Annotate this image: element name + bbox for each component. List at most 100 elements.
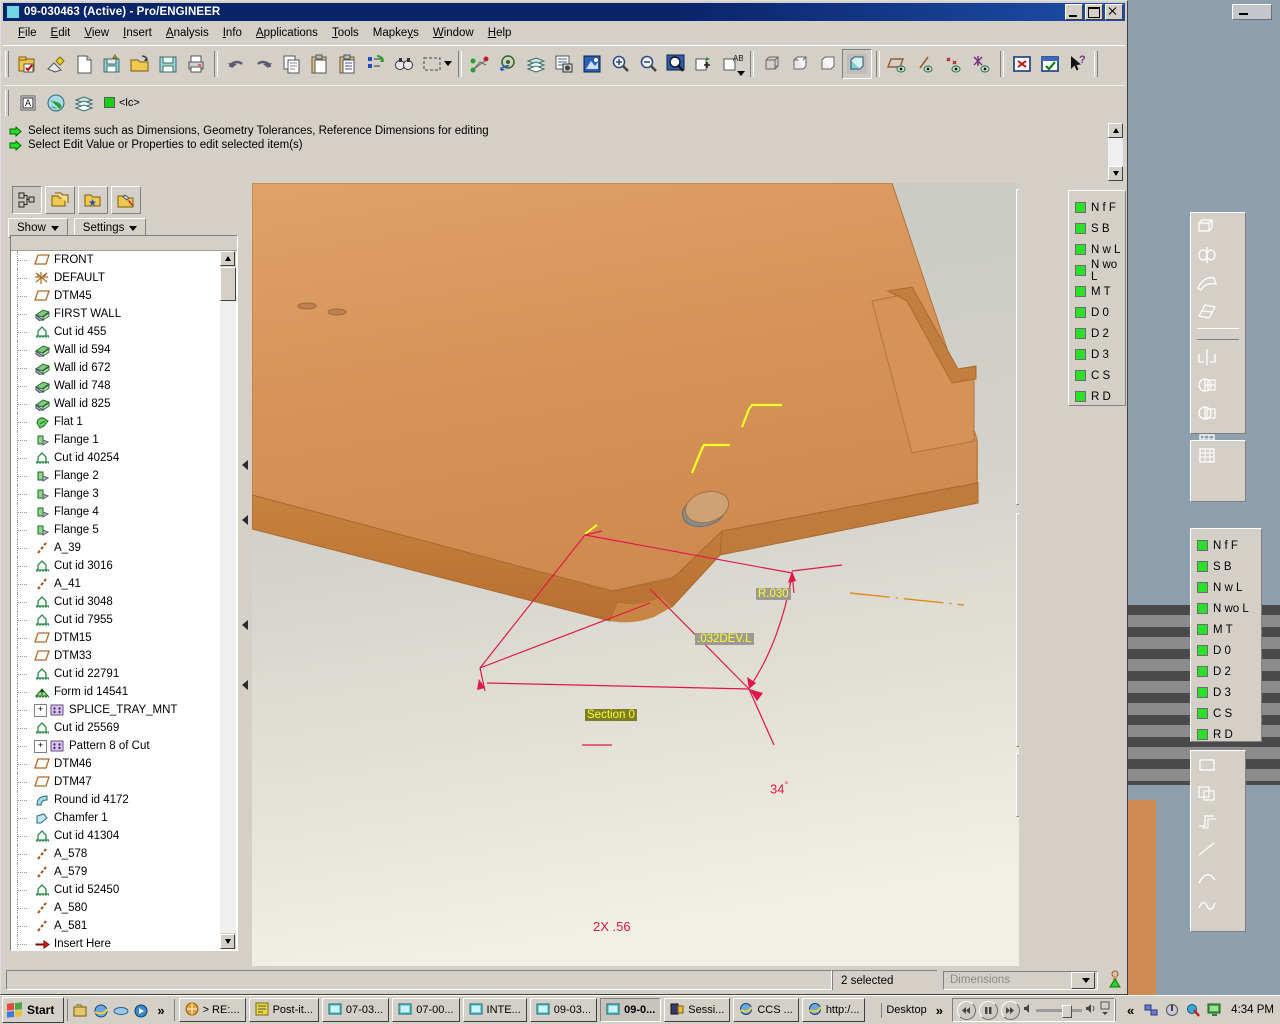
taskbar-task[interactable]: > RE:...	[179, 998, 246, 1022]
network-icon[interactable]	[1143, 1002, 1160, 1019]
folder-browser-tab[interactable]	[45, 186, 75, 214]
annotation-icon[interactable]: A	[14, 89, 42, 117]
show-desktop-icon[interactable]	[72, 1002, 89, 1019]
help-context-icon[interactable]: ?	[1064, 50, 1092, 78]
tree-row[interactable]: A_578	[12, 845, 220, 863]
layer-row[interactable]: R D	[1197, 724, 1261, 745]
layer-row[interactable]: D 2	[1197, 661, 1261, 682]
tree-row[interactable]: FRONT	[12, 251, 220, 269]
menu-applications[interactable]: Applications	[249, 25, 325, 41]
tree-scroll-thumb[interactable]	[220, 267, 236, 301]
tree-row[interactable]: DTM46	[12, 755, 220, 773]
sketch-offset-icon[interactable]	[1191, 807, 1223, 835]
tree-row[interactable]: Flange 4	[12, 503, 220, 521]
taskbar-clock[interactable]: 4:34 PM	[1227, 1004, 1274, 1016]
tree-row[interactable]: DEFAULT	[12, 269, 220, 287]
layer-row[interactable]: D 3	[1075, 344, 1125, 365]
tree-row[interactable]: Flange 5	[12, 521, 220, 539]
splitter-arrow[interactable]	[242, 515, 248, 525]
layer-row[interactable]: N w L	[1075, 239, 1125, 260]
datum-axis-icon[interactable]	[1017, 626, 1019, 654]
annotation-section[interactable]: Section 0	[585, 709, 637, 721]
no-hidden-icon[interactable]	[814, 50, 842, 78]
splitter-arrow[interactable]	[242, 460, 248, 470]
menu-edit[interactable]: Edit	[44, 25, 78, 41]
media-player-icon[interactable]	[132, 1002, 149, 1019]
sweep-icon[interactable]	[1191, 269, 1223, 297]
menu-file[interactable]: File	[11, 25, 44, 41]
copy-icon[interactable]	[278, 50, 306, 78]
layer-visibility-chip[interactable]	[1197, 729, 1208, 740]
punch-icon[interactable]	[1017, 330, 1019, 358]
redo-icon[interactable]	[250, 50, 278, 78]
menu-tools[interactable]: Tools	[325, 25, 366, 41]
layer-row[interactable]: D 0	[1197, 640, 1261, 661]
datum-plane-icon[interactable]	[1017, 598, 1019, 626]
sketch-copy-icon[interactable]	[1191, 779, 1223, 807]
layer-row[interactable]: D 0	[1075, 302, 1125, 323]
repaint-icon[interactable]	[690, 50, 718, 78]
hidden-line-icon[interactable]	[786, 50, 814, 78]
model-tree[interactable]: FRONTDEFAULTDTM45FIRST WALLCut id 455Wal…	[10, 235, 238, 951]
tree-row[interactable]: DTM45	[12, 287, 220, 305]
tree-row[interactable]: A_579	[12, 863, 220, 881]
minimize-button[interactable]	[1065, 4, 1083, 20]
select-box-icon[interactable]	[418, 50, 446, 78]
tree-row[interactable]: Wall id 594	[12, 341, 220, 359]
model-player-icon[interactable]	[550, 50, 578, 78]
maximize-button[interactable]	[1085, 4, 1103, 20]
tree-row[interactable]: Cut id 40254	[12, 449, 220, 467]
open-file-icon[interactable]	[126, 50, 154, 78]
messenger-icon[interactable]	[1185, 1002, 1202, 1019]
tree-row[interactable]: Flange 1	[12, 431, 220, 449]
tree-row[interactable]: Chamfer 1	[12, 809, 220, 827]
fast-forward-icon[interactable]	[1001, 1001, 1020, 1020]
annotation-note[interactable]: .032DEV.L	[695, 633, 754, 645]
layer-visibility-chip[interactable]	[1197, 540, 1208, 551]
shading-icon[interactable]	[842, 49, 872, 79]
internet-explorer-icon[interactable]	[92, 1002, 109, 1019]
panel-splitter[interactable]	[240, 183, 250, 966]
tree-row[interactable]: FIRST WALL	[12, 305, 220, 323]
globe-icon[interactable]	[42, 89, 70, 117]
datum-csys-icon[interactable]	[1017, 682, 1019, 710]
layer-toolbar-grip[interactable]	[5, 90, 12, 116]
accept-icon[interactable]	[1036, 50, 1064, 78]
unattached-wall-icon[interactable]	[1017, 218, 1019, 246]
media-options-icon[interactable]	[1100, 1001, 1110, 1019]
dimension-angle[interactable]: 34°	[770, 780, 788, 796]
active-layer-indicator[interactable]: <lc>	[104, 97, 140, 109]
layer-visibility-chip[interactable]	[1075, 286, 1086, 297]
datum-point-icon[interactable]	[494, 50, 522, 78]
flat-wall-icon[interactable]	[1017, 274, 1019, 302]
tray-expand-chevron[interactable]: «	[1122, 1003, 1139, 1018]
tree-row[interactable]: Wall id 825	[12, 395, 220, 413]
tree-scroll-up-button[interactable]	[220, 251, 235, 266]
tree-row[interactable]: Cut id 25569	[12, 719, 220, 737]
tree-row[interactable]: Cut id 7955	[12, 611, 220, 629]
display-icon[interactable]	[1206, 1002, 1223, 1019]
menu-insert[interactable]: Insert	[116, 25, 159, 41]
taskbar-task[interactable]: CCS ...	[733, 998, 798, 1022]
layer-visibility-chip[interactable]	[1075, 349, 1086, 360]
layer-visibility-chip[interactable]	[1075, 370, 1086, 381]
layer-row[interactable]: D 2	[1075, 323, 1125, 344]
tree-row[interactable]: DTM15	[12, 629, 220, 647]
menu-help[interactable]: Help	[481, 25, 519, 41]
zoom-out-icon[interactable]	[634, 50, 662, 78]
layer-visibility-chip[interactable]	[1075, 223, 1086, 234]
message-scroll-up-button[interactable]	[1108, 123, 1123, 138]
form-feature-icon[interactable]	[1017, 442, 1019, 470]
tree-row[interactable]: Round id 4172	[12, 791, 220, 809]
tree-row[interactable]: +SPLICE_TRAY_MNT	[12, 701, 220, 719]
window-titlebar[interactable]: 09-030463 (Active) - Pro/ENGINEER	[3, 3, 1125, 21]
tree-row[interactable]: Flange 2	[12, 467, 220, 485]
new-from-template-icon[interactable]	[98, 50, 126, 78]
mirror-icon[interactable]	[1191, 343, 1223, 371]
erase-icon[interactable]	[42, 50, 70, 78]
bend-back-icon[interactable]	[1017, 414, 1019, 442]
annotation-note[interactable]: R.030	[756, 588, 791, 600]
sketch-spline-icon[interactable]	[1191, 891, 1223, 919]
datum-csys-display-icon[interactable]	[968, 50, 996, 78]
tree-row[interactable]: Flat 1	[12, 413, 220, 431]
